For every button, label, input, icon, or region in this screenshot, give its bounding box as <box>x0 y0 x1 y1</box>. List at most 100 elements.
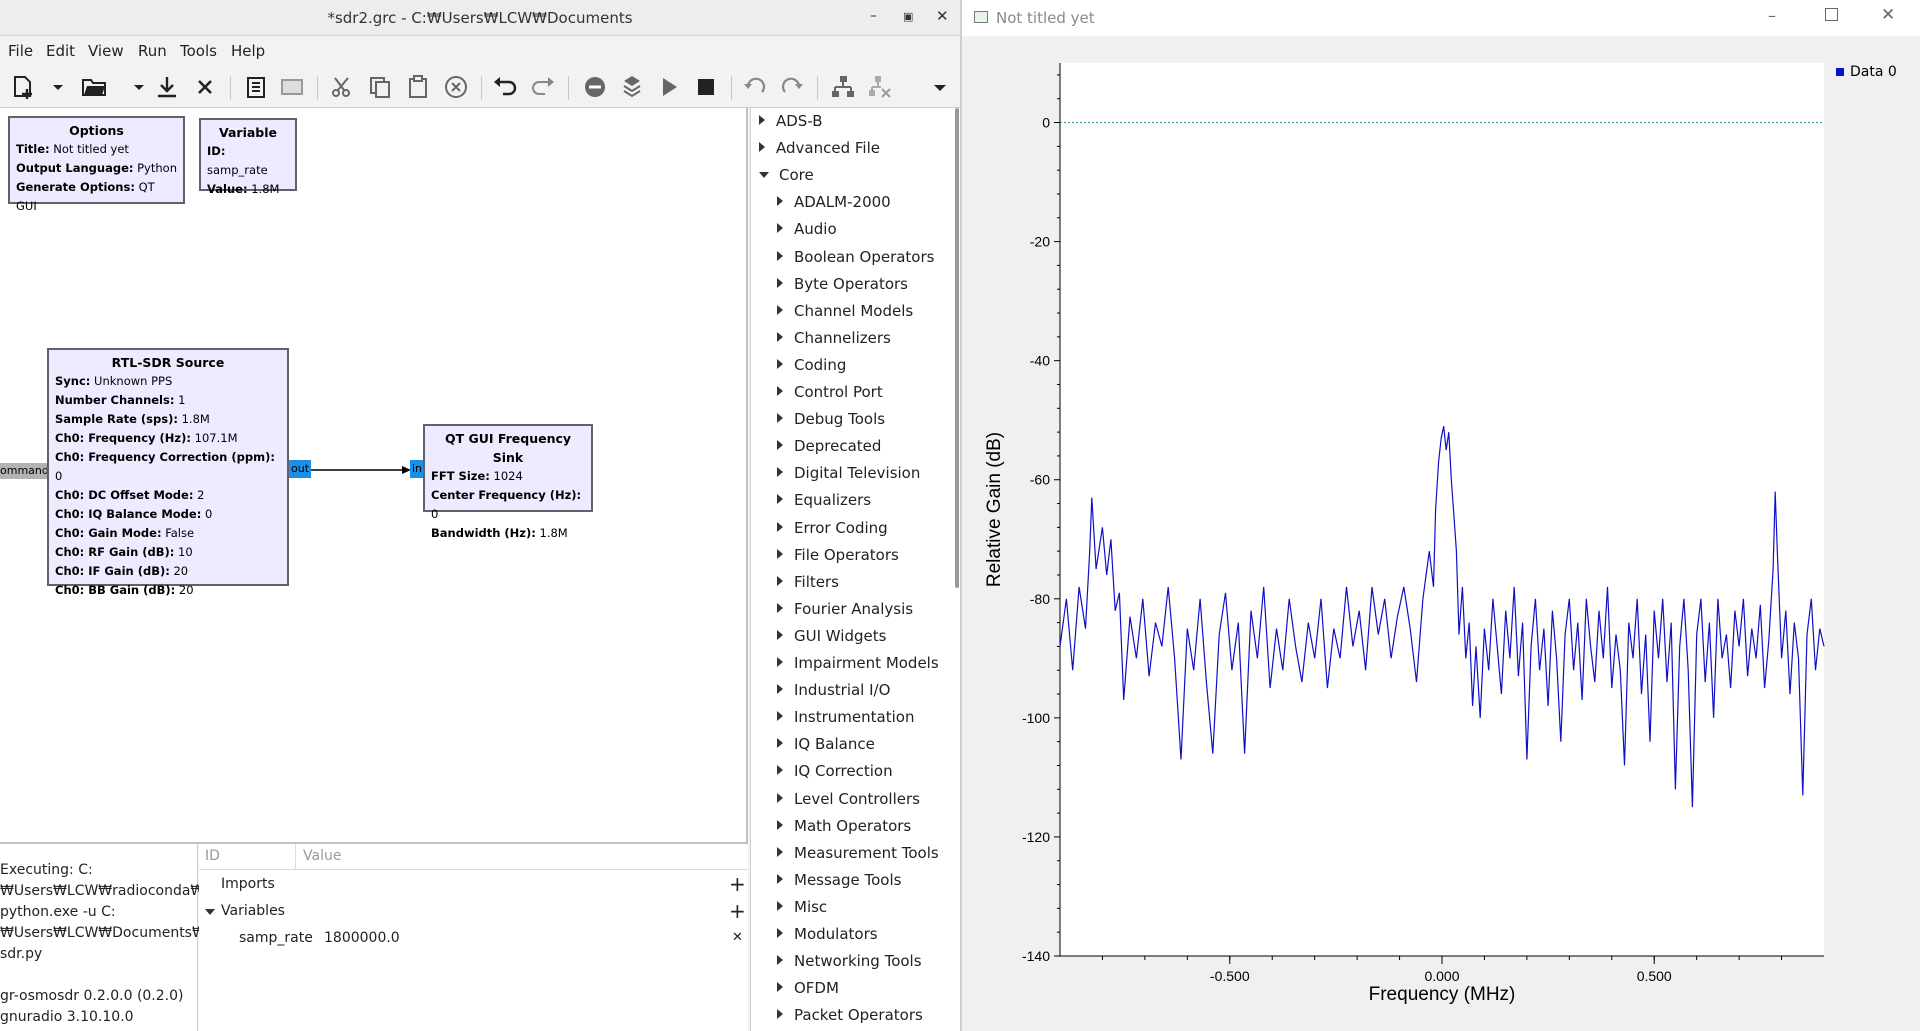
tree-subcategory[interactable]: Modulators <box>777 921 878 948</box>
collapsed-arrow-icon[interactable] <box>777 657 783 667</box>
collapsed-arrow-icon[interactable] <box>777 792 783 803</box>
collapsed-arrow-icon[interactable] <box>777 304 783 315</box>
add-variable-icon[interactable]: + <box>729 899 746 923</box>
rtlsdr-source-block[interactable]: RTL-SDR Source Sync: Unknown PPS Number C… <box>47 348 289 597</box>
collapsed-arrow-icon[interactable] <box>777 250 783 261</box>
expand-icon[interactable] <box>205 909 215 915</box>
collapsed-arrow-icon[interactable] <box>777 873 783 884</box>
collapsed-arrow-icon[interactable] <box>777 548 783 559</box>
frequency-plot[interactable]: 0 -20 -40 -60 -80 -100 -120 -140 -0.500 0.000 0.50… <box>962 36 1920 1031</box>
tree-subcategory[interactable]: Audio <box>777 216 837 243</box>
open-folder-icon[interactable] <box>79 72 109 102</box>
open-dropdown-icon[interactable] <box>124 72 144 102</box>
add-import-icon[interactable]: + <box>729 872 746 896</box>
tree-subcategory[interactable]: Channel Models <box>777 298 913 325</box>
collapsed-arrow-icon[interactable] <box>777 711 783 722</box>
tree-subcategory[interactable]: Boolean Operators <box>777 244 934 271</box>
undo-icon[interactable] <box>490 72 520 102</box>
collapsed-arrow-icon[interactable] <box>777 386 783 396</box>
tree-subcategory[interactable]: Coding <box>777 352 846 379</box>
collapsed-arrow-icon[interactable] <box>777 413 783 424</box>
collapsed-arrow-icon[interactable] <box>759 115 765 125</box>
tree-subcategory[interactable]: Fourier Analysis <box>777 596 913 623</box>
tree-subcategory[interactable]: Misc <box>777 894 827 921</box>
remove-hierarchy-icon[interactable] <box>865 72 895 102</box>
tree-subcategory[interactable]: Deprecated <box>777 433 881 460</box>
toolbar-overflow-icon[interactable] <box>925 72 946 102</box>
collapsed-arrow-icon[interactable] <box>777 819 783 830</box>
tree-subcategory[interactable]: GUI Widgets <box>777 623 886 650</box>
connection-arrow[interactable] <box>311 463 411 477</box>
tree-subcategory[interactable]: Equalizers <box>777 487 871 514</box>
tree-subcategory[interactable]: OFDM <box>777 975 839 1002</box>
command-port[interactable]: ommand <box>0 463 48 479</box>
tree-subcategory[interactable]: File Operators <box>777 542 899 569</box>
clipboard-icon[interactable] <box>241 72 271 102</box>
tree-subcategory[interactable]: Packet Operators <box>777 1002 923 1029</box>
tree-subcategory[interactable]: Instrumentation <box>777 704 914 731</box>
options-block[interactable]: Options Title: Not titled yet Output Lan… <box>8 116 185 213</box>
maximize-icon[interactable]: ▣ <box>903 10 913 23</box>
tree-subcategory[interactable]: Filters <box>777 569 839 596</box>
collapsed-arrow-icon[interactable] <box>777 440 783 451</box>
menu-edit[interactable]: Edit <box>46 42 75 60</box>
menu-file[interactable]: File <box>8 42 33 60</box>
tree-subcategory[interactable]: Level Controllers <box>777 786 920 813</box>
collapsed-arrow-icon[interactable] <box>777 629 783 640</box>
collapsed-arrow-icon[interactable] <box>777 955 783 966</box>
copy-icon[interactable] <box>365 72 395 102</box>
collapsed-arrow-icon[interactable] <box>777 575 783 586</box>
tree-category[interactable]: Advanced File <box>759 135 880 162</box>
expanded-arrow-icon[interactable] <box>759 172 769 179</box>
collapsed-arrow-icon[interactable] <box>777 684 783 695</box>
col-id-header[interactable]: ID <box>205 848 220 864</box>
tree-subcategory[interactable]: Byte Operators <box>777 271 908 298</box>
tree-subcategory[interactable]: IQ Balance <box>777 731 875 758</box>
minimize-icon[interactable]: – <box>870 8 877 24</box>
hierarchy-icon[interactable] <box>828 72 858 102</box>
menu-help[interactable]: Help <box>231 42 265 60</box>
collapsed-arrow-icon[interactable] <box>777 765 783 776</box>
variables-row[interactable]: Variables <box>221 903 285 919</box>
menu-tools[interactable]: Tools <box>180 42 217 60</box>
tree-category[interactable]: ADS-B <box>759 108 823 135</box>
tree-subcategory[interactable]: Control Port <box>777 379 883 406</box>
collapsed-arrow-icon[interactable] <box>777 602 783 613</box>
in-port[interactable]: in <box>410 460 424 478</box>
close-icon[interactable]: ✕ <box>1881 5 1895 25</box>
menu-view[interactable]: View <box>88 42 124 60</box>
collapsed-arrow-icon[interactable] <box>777 1009 783 1020</box>
var-value[interactable]: 1800000.0 <box>324 930 400 946</box>
close-file-icon[interactable] <box>190 72 220 102</box>
minimize-icon[interactable]: – <box>1768 6 1776 25</box>
tree-subcategory[interactable]: Networking Tools <box>777 948 922 975</box>
cut-icon[interactable] <box>327 72 357 102</box>
tree-scrollbar[interactable] <box>955 108 959 588</box>
collapsed-arrow-icon[interactable] <box>777 331 783 342</box>
tree-subcategory[interactable]: Impairment Models <box>777 650 939 677</box>
collapsed-arrow-icon[interactable] <box>759 142 765 153</box>
tree-category[interactable]: Core <box>759 162 814 189</box>
freq-sink-block[interactable]: QT GUI Frequency Sink FFT Size: 1024 Cen… <box>423 424 593 540</box>
stop-icon[interactable] <box>691 72 721 102</box>
rotate-cw-icon[interactable] <box>777 72 807 102</box>
save-icon[interactable] <box>152 72 182 102</box>
tree-subcategory[interactable]: Message Tools <box>777 867 901 894</box>
legend[interactable]: Data 0 <box>1836 64 1897 80</box>
tree-subcategory[interactable]: ADALM-2000 <box>777 189 891 216</box>
collapsed-arrow-icon[interactable] <box>777 196 783 207</box>
new-dropdown-icon[interactable] <box>43 72 63 102</box>
tree-subcategory[interactable]: Digital Television <box>777 460 920 487</box>
disable-block-icon[interactable] <box>580 72 610 102</box>
tree-subcategory[interactable]: IQ Correction <box>777 758 893 785</box>
collapsed-arrow-icon[interactable] <box>777 738 783 749</box>
remove-variable-icon[interactable]: ✕ <box>732 930 743 945</box>
variable-block[interactable]: Variable ID: samp_rate Value: 1.8M <box>199 118 297 196</box>
collapsed-arrow-icon[interactable] <box>777 467 783 478</box>
maximize-icon[interactable] <box>1825 8 1838 21</box>
close-icon[interactable]: ✕ <box>936 7 949 25</box>
collapsed-arrow-icon[interactable] <box>777 928 783 938</box>
imports-row[interactable]: Imports <box>221 876 275 892</box>
collapsed-arrow-icon[interactable] <box>777 494 783 505</box>
collapsed-arrow-icon[interactable] <box>777 277 783 288</box>
